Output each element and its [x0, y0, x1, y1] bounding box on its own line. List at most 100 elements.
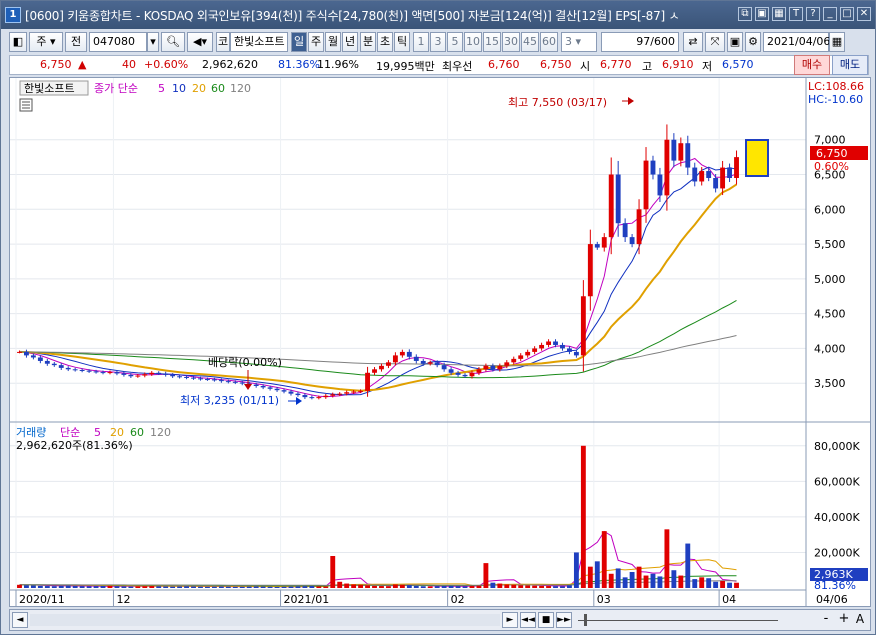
candle-body [58, 365, 64, 368]
interval-30[interactable]: 30 [502, 32, 520, 52]
chart-area[interactable]: 한빛소프트 종가 단순 5 10 20 60 120 LC:108.66 HC:… [9, 77, 871, 607]
page-count-field[interactable]: 97/600 [601, 32, 679, 52]
candle-body [184, 376, 189, 378]
volume-bar [246, 586, 252, 588]
sell-button[interactable]: 매도 [832, 55, 868, 75]
close-icon[interactable]: ✕ [857, 7, 871, 21]
title-bar[interactable]: 1 [0600] 키움종합차트 - KOSDAQ 외국인보유[394(천)] 주… [1, 1, 875, 29]
help-icon[interactable]: ? [806, 7, 820, 21]
count-select[interactable]: 3 ▾ [561, 32, 597, 52]
scroll-left-icon[interactable]: ◄ [12, 612, 28, 628]
price-ma-20: 20 [192, 82, 206, 95]
title-controls: ⧉ ▣ ▦ T ? _ □ ✕ [738, 7, 871, 21]
zoom-slider-track[interactable] [578, 620, 778, 621]
ma-line-10 [19, 166, 737, 396]
volume-bar [211, 586, 217, 588]
zoom-in-icon[interactable]: + [836, 612, 852, 628]
candle-body [615, 174, 621, 224]
volume-bar [58, 585, 64, 588]
volume-bar [476, 585, 482, 588]
candle-body [253, 384, 259, 386]
arrows-icon[interactable]: ⇄ [683, 32, 703, 52]
minimize-icon[interactable]: _ [823, 7, 837, 21]
date-input[interactable]: 2021/04/06 [763, 32, 830, 52]
volume-bar [629, 572, 635, 588]
volume-bar [309, 586, 315, 588]
period-yearly[interactable]: 년 [342, 32, 358, 52]
volume-bar [295, 586, 301, 588]
zoom-slider-handle[interactable] [584, 614, 587, 626]
volume-current-rate-text: 81.36% [814, 579, 856, 592]
period-weekly[interactable]: 주 [308, 32, 324, 52]
maximize-icon[interactable]: □ [840, 7, 854, 21]
candle-body [205, 379, 210, 381]
volume-panel-name: 거래량 [16, 426, 46, 439]
date-label: 03 [597, 593, 611, 606]
period-tick[interactable]: 틱 [394, 32, 410, 52]
low-annotation: 최저 3,235 (01/11) [180, 394, 279, 407]
volume-bar [351, 584, 357, 588]
interval-10[interactable]: 10 [464, 32, 482, 52]
speaker-icon[interactable]: ◀︎▾ [187, 32, 213, 52]
settings-icon[interactable]: ⚙ [745, 32, 761, 52]
volume-bar [344, 583, 350, 588]
stop-icon[interactable]: ■ [538, 612, 554, 628]
buy-button[interactable]: 매수 [794, 55, 830, 75]
future-price-box[interactable] [745, 139, 769, 177]
candle-body [504, 362, 510, 366]
code-dropdown-icon[interactable]: ▾ [147, 32, 159, 52]
candle-body [323, 395, 329, 398]
price-ma-label: 종가 단순 [94, 82, 138, 95]
layout-icon[interactable]: ◧ [9, 32, 27, 52]
volume-value: 2,962,620 [202, 58, 258, 71]
save-chart-icon[interactable]: ▣ [727, 32, 743, 52]
interval-5[interactable]: 5 [447, 32, 463, 52]
period-minute[interactable]: 분 [360, 32, 376, 52]
candle-body [232, 381, 238, 383]
calendar-icon[interactable]: ▦ [829, 32, 845, 52]
candle-body [114, 372, 120, 374]
zoom-out-icon[interactable]: - [818, 612, 834, 628]
all-button[interactable]: 전 [65, 32, 87, 52]
open-price: 6,770 [600, 58, 632, 71]
period-daily[interactable]: 일 [291, 32, 307, 52]
interval-15[interactable]: 15 [483, 32, 501, 52]
crosshair-icon[interactable]: ⤧ [705, 32, 725, 52]
link-icon[interactable]: ⧉ [738, 7, 752, 21]
save-icon[interactable]: ▣ [755, 7, 769, 21]
search-icon[interactable]: 🔍︎ [161, 32, 185, 52]
volume-bar [93, 586, 99, 588]
grid-icon[interactable]: ▦ [772, 7, 786, 21]
interval-60[interactable]: 60 [540, 32, 558, 52]
period-monthly[interactable]: 월 [325, 32, 341, 52]
volume-bar [281, 586, 287, 588]
fast-forward-icon[interactable]: ►► [556, 612, 572, 628]
candle-body [441, 365, 447, 370]
volume-bar [135, 586, 141, 588]
volume-bar [170, 586, 176, 588]
volume-tick-label: 80,000K [814, 440, 860, 453]
interval-45[interactable]: 45 [521, 32, 539, 52]
font-icon[interactable]: T [789, 7, 803, 21]
moving-average-lines [19, 157, 738, 398]
candle-body [330, 394, 336, 396]
candle-body [365, 372, 370, 391]
volume-bar [114, 586, 120, 588]
market-button[interactable]: 코 [216, 32, 230, 52]
scroll-track[interactable] [30, 614, 500, 626]
stock-code-input[interactable]: 047080 [89, 32, 147, 52]
candle-body [79, 370, 85, 371]
current-rate-tag-text: 0.60% [814, 160, 849, 173]
period-second[interactable]: 초 [377, 32, 393, 52]
type-select[interactable]: 주 ▾ [29, 32, 63, 52]
candle-body [260, 386, 266, 388]
chart-scrollbar[interactable]: ◄ ► ◄◄ ■ ►► - + A [9, 609, 871, 631]
scroll-right-icon[interactable]: ► [502, 612, 518, 628]
chart-canvas[interactable]: 한빛소프트 종가 단순 5 10 20 60 120 LC:108.66 HC:… [10, 78, 870, 606]
volume-bar [580, 445, 586, 588]
candle-body [93, 371, 99, 373]
interval-1[interactable]: 1 [413, 32, 429, 52]
auto-scale-icon[interactable]: A [852, 612, 868, 628]
interval-3[interactable]: 3 [430, 32, 446, 52]
fast-back-icon[interactable]: ◄◄ [520, 612, 536, 628]
